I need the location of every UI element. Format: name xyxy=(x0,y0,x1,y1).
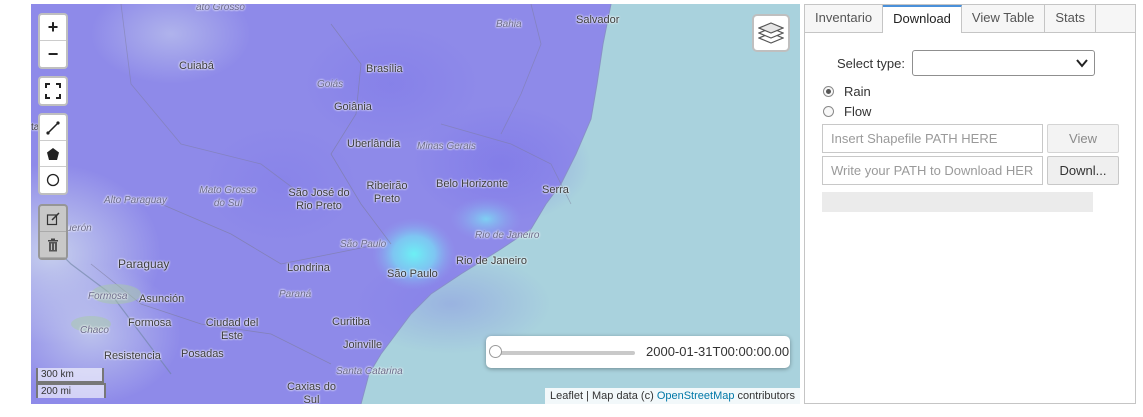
label-rio-de-janeiro: Rio de Janeiro xyxy=(456,255,527,267)
download-button[interactable]: Downl... xyxy=(1047,156,1119,185)
tab-stats[interactable]: Stats xyxy=(1045,5,1096,32)
label-mato-grosso: ato Grosso xyxy=(196,4,245,13)
trash-icon xyxy=(48,238,58,251)
label-sao-jose-do-rio-preto: São José do Rio Preto xyxy=(288,187,350,212)
time-label: 2000-01-31T00:00:00.00 xyxy=(646,344,790,359)
radio-rain[interactable]: Rain xyxy=(823,84,871,99)
select-type-dropdown[interactable] xyxy=(911,50,1095,76)
openstreetmap-link[interactable]: OpenStreetMap xyxy=(657,390,735,402)
polygon-icon xyxy=(47,147,59,160)
label-belo-horizonte: Belo Horizonte xyxy=(436,178,509,190)
label-santa-catarina: Santa Catarina xyxy=(336,366,403,377)
draw-toolbar xyxy=(38,113,68,195)
scale-bar: 300 km 200 mi xyxy=(36,368,106,398)
label-asuncion: Asunción xyxy=(139,293,185,305)
label-salvador: Salvador xyxy=(576,14,620,26)
select-type-label: Select type: xyxy=(837,55,905,71)
scale-mi: 200 mi xyxy=(36,383,106,398)
draw-circle-button[interactable] xyxy=(40,167,66,193)
zoom-out-button[interactable]: − xyxy=(40,41,66,67)
label-minas-gerais: Minas Gerais xyxy=(417,141,476,152)
tab-inventario[interactable]: Inventario xyxy=(805,5,884,32)
map-attribution: Leaflet | Map data (c) OpenStreetMap con… xyxy=(545,388,800,404)
label-londrina: Londrina xyxy=(287,262,330,274)
label-curitiba: Curitiba xyxy=(332,316,370,328)
download-progress-bar xyxy=(822,192,1093,212)
download-path-input[interactable]: Write your PATH to Download HER xyxy=(822,156,1043,185)
zoom-control: + − xyxy=(38,13,68,69)
label-ribeirao-preto: Ribeirão Preto xyxy=(366,180,408,205)
view-button[interactable]: View xyxy=(1047,124,1119,153)
label-alto-paraguay: Alto Paraguay xyxy=(104,195,167,206)
label-resistencia: Resistencia xyxy=(104,350,161,362)
label-sao-paulo-state: São Paulo xyxy=(340,239,387,250)
tab-download[interactable]: Download xyxy=(883,5,962,33)
draw-polyline-button[interactable] xyxy=(40,115,66,141)
delete-layers-button[interactable] xyxy=(40,232,66,258)
fullscreen-icon xyxy=(45,83,61,99)
attribution-suffix: contributors xyxy=(734,390,795,402)
label-goiania: Goiânia xyxy=(334,101,372,113)
fullscreen-control xyxy=(38,76,68,106)
layers-button[interactable] xyxy=(752,14,790,52)
label-rio-de-janeiro-state: Rio de Janeiro xyxy=(475,230,540,241)
label-posadas: Posadas xyxy=(181,348,224,360)
label-sao-paulo: São Paulo xyxy=(387,268,438,280)
radio-flow-label: Flow xyxy=(844,104,872,119)
map[interactable]: ato Grosso Bahia Salvador Cuiabá Brasíli… xyxy=(31,4,800,404)
radio-rain-button[interactable] xyxy=(823,86,834,97)
label-caxias-do-sul: Caxias do Sul xyxy=(287,381,336,404)
label-formosa: Formosa xyxy=(128,317,172,329)
label-ciudad-del-este: Ciudad del Este xyxy=(205,317,259,342)
edit-icon xyxy=(46,211,60,225)
edit-layers-button[interactable] xyxy=(40,206,66,232)
zoom-in-button[interactable]: + xyxy=(40,15,66,41)
tab-view-table[interactable]: View Table xyxy=(962,5,1046,32)
label-uberlandia: Uberlândia xyxy=(347,138,401,150)
time-slider-track[interactable] xyxy=(496,351,635,355)
layers-icon xyxy=(758,22,784,44)
tab-bar: Inventario Download View Table Stats xyxy=(805,5,1135,33)
chevron-down-icon xyxy=(1076,59,1088,68)
label-parana: Paraná xyxy=(279,289,312,300)
time-slider-thumb[interactable] xyxy=(489,345,502,358)
draw-polygon-button[interactable] xyxy=(40,141,66,167)
label-paraguay: Paraguay xyxy=(118,257,170,271)
radio-rain-label: Rain xyxy=(844,84,871,99)
label-chaco: Chaco xyxy=(80,325,109,336)
attribution-prefix: Leaflet | Map data (c) xyxy=(550,390,657,402)
label-cuiaba: Cuiabá xyxy=(179,60,214,72)
label-goias: Goiás xyxy=(317,79,344,90)
edit-toolbar xyxy=(38,204,68,260)
label-formosa-region: Formosa xyxy=(88,291,128,302)
time-slider-control: 2000-01-31T00:00:00.00 xyxy=(486,336,790,368)
radio-flow-button[interactable] xyxy=(823,106,834,117)
radio-selected-dot xyxy=(826,89,831,94)
radio-flow[interactable]: Flow xyxy=(823,104,871,119)
side-panel: Inventario Download View Table Stats Sel… xyxy=(804,4,1136,404)
label-brasilia: Brasília xyxy=(366,63,403,75)
select-type-row: Select type: xyxy=(837,50,1095,76)
label-serra: Serra xyxy=(542,184,569,196)
shapefile-path-input[interactable]: Insert Shapefile PATH HERE xyxy=(822,124,1043,153)
label-joinville: Joinville xyxy=(343,339,383,351)
fullscreen-button[interactable] xyxy=(40,78,66,104)
label-bahia: Bahia xyxy=(496,19,522,30)
scale-km: 300 km xyxy=(36,368,104,383)
polyline-icon xyxy=(46,120,60,135)
label-mato-grosso-do-sul: Mato Grosso do Sul xyxy=(199,185,257,209)
circle-icon xyxy=(46,173,60,187)
